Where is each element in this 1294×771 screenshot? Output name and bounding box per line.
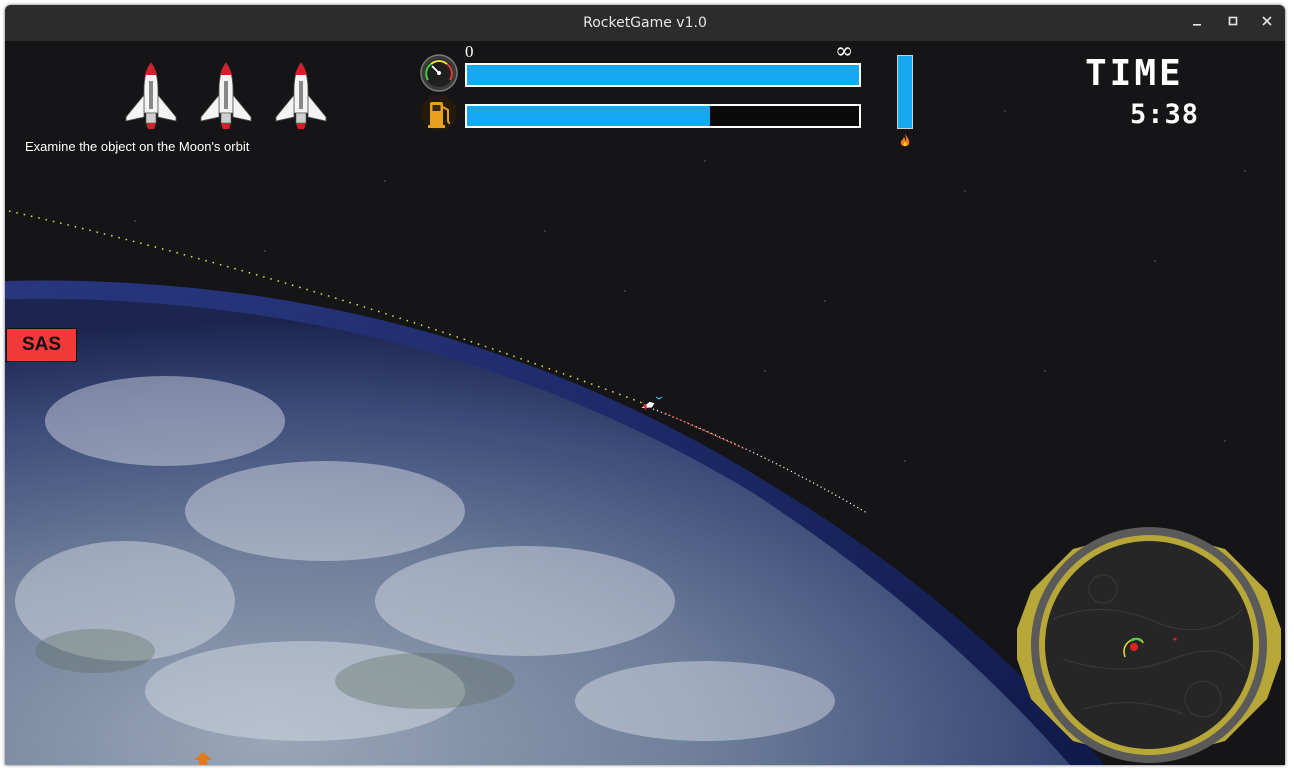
speedometer-icon [420,54,458,92]
time-value: 5:38 [1130,99,1200,130]
fuel-bar [465,104,861,128]
maximize-button[interactable] [1224,14,1242,32]
mission-objective: Examine the object on the Moon's orbit [25,139,250,154]
minimize-button[interactable] [1188,14,1206,32]
thrust-bar [897,55,913,129]
minimize-icon [1193,24,1201,26]
speed-bar-fill [467,65,859,85]
speed-max-label: ∞ [835,41,854,64]
fuel-pump-icon [421,95,457,131]
speed-min-label: 0 [465,42,474,61]
shuttle-icon [125,62,177,129]
title-bar[interactable]: RocketGame v1.0 [5,5,1285,41]
prograde-marker [655,396,663,400]
speed-bar [465,63,861,87]
player-rocket [641,401,655,411]
maximize-icon [1228,16,1238,26]
shuttle-icon [275,62,327,129]
shuttle-icon [200,62,252,129]
fuel-bar-fill [467,106,711,126]
time-label: TIME [1085,53,1184,94]
minimap-earth [1130,643,1138,651]
thrust-bar-fill [898,56,912,128]
flame-icon [900,134,910,147]
direction-marker-icon [194,752,212,765]
sas-button[interactable]: SAS [6,328,77,362]
game-viewport[interactable]: Examine the object on the Moon's orbit 0… [5,41,1285,765]
close-icon [1262,16,1272,26]
close-button[interactable] [1258,14,1276,32]
minimap-moon [1173,637,1177,641]
minimap-radar[interactable] [1013,509,1285,765]
window-title: RocketGame v1.0 [583,15,707,31]
game-window: RocketGame v1.0 Examine the object on th… [5,5,1285,765]
